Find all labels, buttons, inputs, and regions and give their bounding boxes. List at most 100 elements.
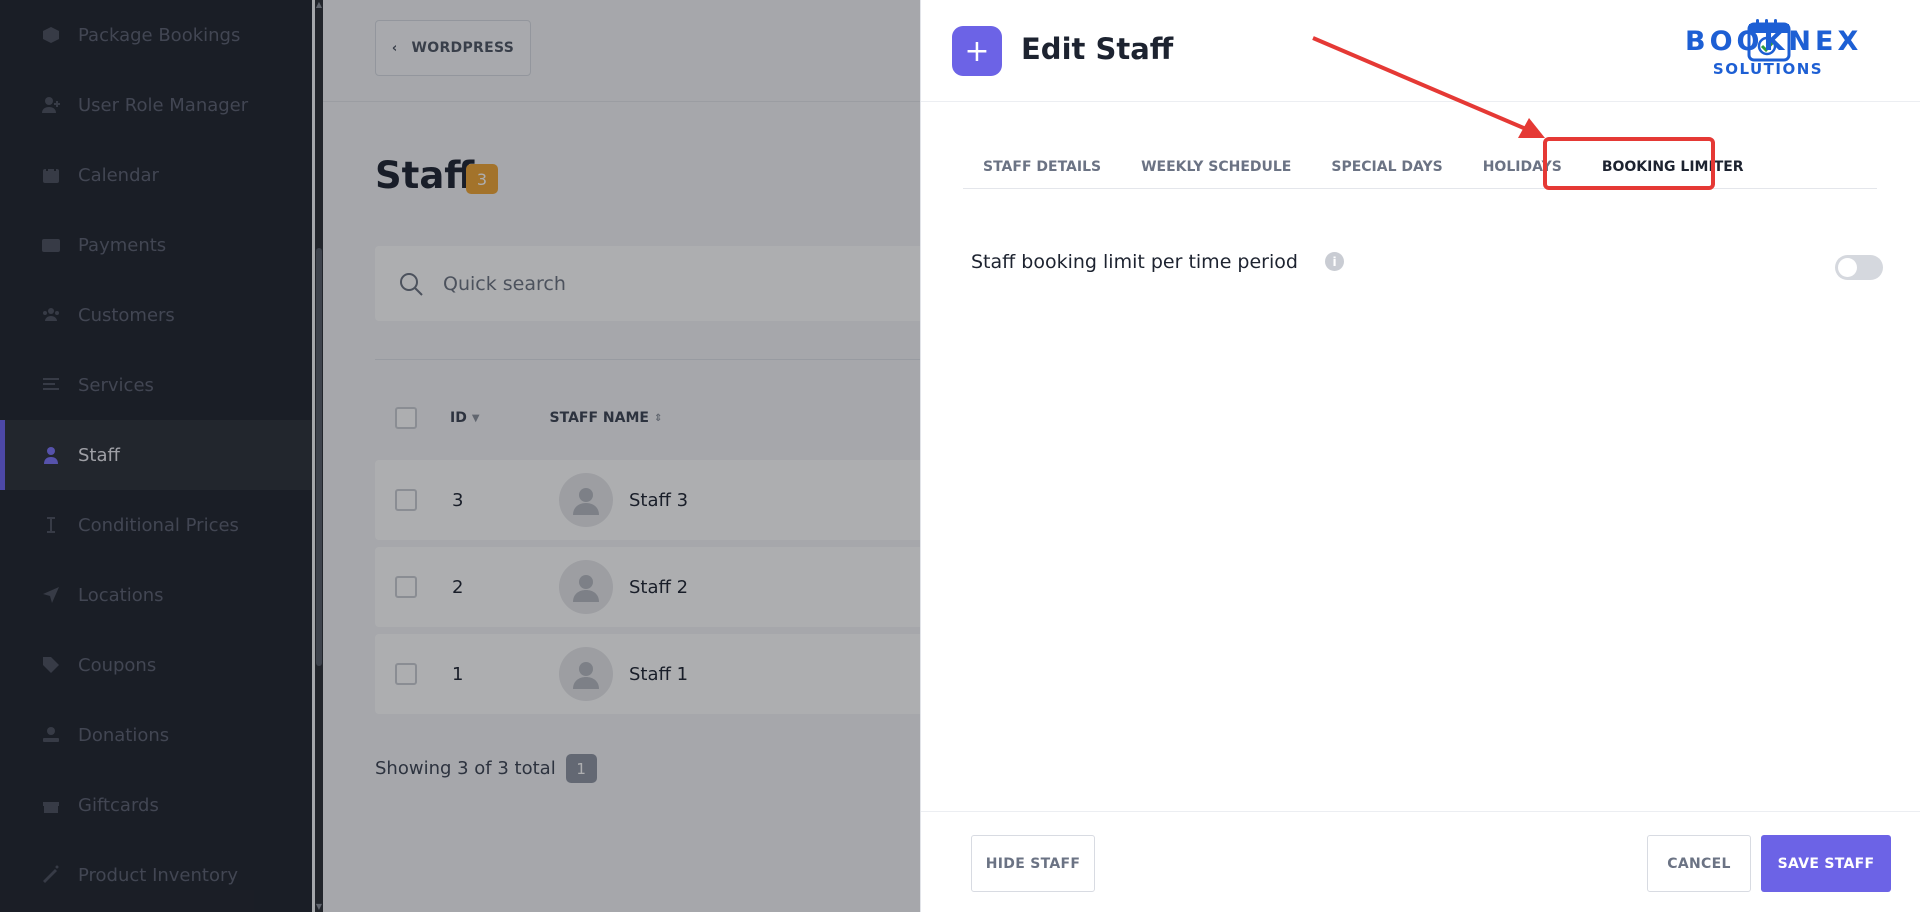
user-avatar-icon — [573, 488, 599, 515]
wordpress-back-label: WORDPRESS — [411, 40, 515, 56]
logo-subtitle: SOLUTIONS — [1712, 60, 1824, 78]
column-id[interactable]: ID ▼ — [450, 410, 480, 426]
sidebar-item-label: Staff — [78, 444, 120, 466]
sidebar-item-label: Locations — [78, 584, 164, 606]
hand-heart-icon — [40, 724, 62, 746]
wallet-icon — [40, 234, 62, 256]
column-staff-name-label: STAFF NAME — [549, 410, 649, 426]
table-row[interactable]: 2 Staff 2 — [375, 547, 920, 627]
scroll-up-icon[interactable]: ▲ — [315, 0, 323, 10]
sidebar-item-payments[interactable]: Payments — [0, 210, 312, 280]
sidebar-item-product-inventory[interactable]: Product Inventory — [0, 840, 312, 910]
sidebar-item-label: Coupons — [78, 654, 157, 676]
sidebar-item-label: Product Inventory — [78, 864, 239, 886]
row-staff-name: Staff 1 — [629, 663, 689, 685]
table-row[interactable]: 3 Staff 3 — [375, 460, 920, 540]
toggle-knob — [1838, 258, 1857, 277]
avatar — [559, 647, 613, 701]
page-button[interactable]: 1 — [565, 754, 597, 783]
sidebar-item-label: Giftcards — [78, 794, 159, 816]
sidebar-item-calendar[interactable]: Calendar — [0, 140, 312, 210]
users-icon — [40, 304, 62, 326]
list-icon — [40, 374, 62, 396]
staff-page: ‹ WORDPRESS Staff 3 ID ▼ STAFF NAME ⇕ 3 St… — [323, 0, 920, 912]
panel-title: Edit Staff — [1021, 32, 1174, 66]
sidebar-item-giftcards[interactable]: Giftcards — [0, 770, 312, 840]
calendar-icon — [40, 164, 62, 186]
sidebar-item-coupons[interactable]: Coupons — [0, 630, 312, 700]
tag-icon — [40, 654, 62, 676]
box-icon — [40, 24, 62, 46]
divider — [375, 359, 920, 360]
booknex-logo: BOOKNEX SOLUTIONS — [1685, 12, 1863, 84]
tab-staff-details[interactable]: STAFF DETAILS — [963, 145, 1121, 189]
info-icon[interactable]: i — [1325, 252, 1344, 271]
magic-wand-icon — [40, 864, 62, 886]
sidebar-item-label: Services — [78, 374, 154, 396]
user-avatar-icon — [573, 575, 599, 602]
booking-limit-toggle[interactable] — [1835, 255, 1883, 280]
sidebar: Package Bookings User Role Manager Calen… — [0, 0, 312, 912]
table-row[interactable]: 1 Staff 1 — [375, 634, 920, 714]
edit-staff-panel: + Edit Staff BOOKNEX SOLUTIONS STAFF DET… — [920, 0, 1920, 912]
staff-count-badge: 3 — [466, 164, 498, 194]
user-plus-icon — [40, 94, 62, 116]
pagination-info: Showing 3 of 3 total 1 — [375, 754, 597, 783]
search-input[interactable] — [443, 272, 843, 295]
row-checkbox[interactable] — [395, 663, 417, 685]
column-staff-name[interactable]: STAFF NAME ⇕ — [550, 410, 663, 426]
scrollbar-thumb[interactable] — [316, 248, 322, 666]
logo-wordmark: BOOKNEX — [1685, 26, 1863, 57]
panel-header: + Edit Staff BOOKNEX SOLUTIONS — [921, 0, 1920, 102]
tab-weekly-schedule[interactable]: WEEKLY SCHEDULE — [1121, 145, 1311, 189]
sidebar-item-label: Customers — [78, 304, 175, 326]
row-id: 2 — [452, 576, 464, 598]
sort-icon: ⇕ — [653, 412, 663, 424]
search-box — [375, 246, 920, 321]
row-staff-name: Staff 2 — [629, 576, 689, 598]
select-all-checkbox[interactable] — [395, 407, 417, 429]
sidebar-item-label: Donations — [78, 724, 170, 746]
sidebar-item-services[interactable]: Services — [0, 350, 312, 420]
sort-desc-icon: ▼ — [471, 412, 480, 424]
tab-special-days[interactable]: SPECIAL DAYS — [1311, 145, 1462, 189]
sidebar-item-label: User Role Manager — [78, 94, 249, 116]
chevron-left-icon: ‹ — [391, 40, 398, 56]
wordpress-back-button[interactable]: ‹ WORDPRESS — [375, 20, 531, 76]
sidebar-item-label: Package Bookings — [78, 24, 241, 46]
sidebar-item-conditional-prices[interactable]: Conditional Prices — [0, 490, 312, 560]
sidebar-item-package-bookings[interactable]: Package Bookings — [0, 0, 312, 70]
location-arrow-icon — [40, 584, 62, 606]
showing-text: Showing 3 of 3 total — [375, 758, 556, 779]
row-staff-name: Staff 3 — [629, 489, 689, 511]
sidebar-item-donations[interactable]: Donations — [0, 700, 312, 770]
sidebar-item-user-role-manager[interactable]: User Role Manager — [0, 70, 312, 140]
hide-staff-button[interactable]: HIDE STAFF — [971, 835, 1095, 892]
search-icon — [400, 272, 423, 296]
sidebar-item-customers[interactable]: Customers — [0, 280, 312, 350]
table-header: ID ▼ STAFF NAME ⇕ — [375, 400, 920, 436]
avatar — [559, 473, 613, 527]
i-beam-icon — [40, 514, 62, 536]
save-staff-button[interactable]: SAVE STAFF — [1761, 835, 1891, 892]
top-bar: ‹ WORDPRESS — [323, 0, 920, 102]
page-title: Staff — [375, 154, 475, 197]
sidebar-scrollbar[interactable]: ▲ ▼ — [315, 0, 323, 912]
gift-icon — [40, 794, 62, 816]
avatar — [559, 560, 613, 614]
user-avatar-icon — [573, 662, 599, 689]
sidebar-item-label: Calendar — [78, 164, 159, 186]
plus-icon: + — [952, 26, 1002, 76]
panel-tabs: STAFF DETAILS WEEKLY SCHEDULE SPECIAL DA… — [963, 145, 1877, 189]
column-id-label: ID — [450, 410, 467, 426]
scroll-down-icon[interactable]: ▼ — [315, 902, 323, 912]
annotation-highlight-box — [1543, 137, 1715, 190]
row-checkbox[interactable] — [395, 576, 417, 598]
row-id: 1 — [452, 663, 464, 685]
sidebar-item-locations[interactable]: Locations — [0, 560, 312, 630]
user-icon — [40, 444, 62, 466]
row-checkbox[interactable] — [395, 489, 417, 511]
cancel-button[interactable]: CANCEL — [1647, 835, 1751, 892]
sidebar-item-staff[interactable]: Staff — [0, 420, 312, 490]
sidebar-item-label: Conditional Prices — [78, 514, 239, 536]
